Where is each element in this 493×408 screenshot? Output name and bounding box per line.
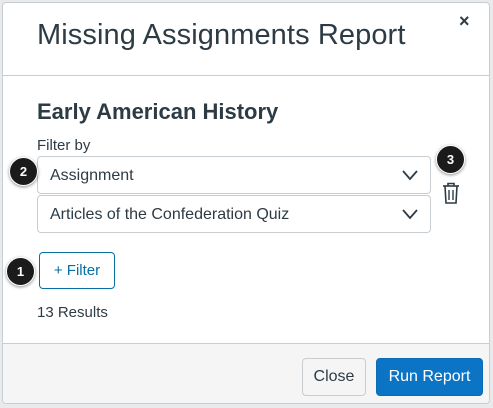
filter-type-value: Assignment xyxy=(50,167,134,184)
add-filter-button[interactable]: + Filter xyxy=(39,252,115,289)
filter-value-select[interactable]: Articles of the Confederation Quiz xyxy=(37,195,431,233)
results-count: 13 Results xyxy=(37,304,108,321)
callout-badge-2: 2 xyxy=(9,157,38,186)
callout-badge-3: 3 xyxy=(436,145,465,174)
close-button[interactable]: Close xyxy=(302,358,366,396)
callout-badge-1: 1 xyxy=(6,257,35,286)
filter-by-label: Filter by xyxy=(37,137,91,154)
filter-type-select[interactable]: Assignment xyxy=(37,156,431,194)
modal-header: Missing Assignments Report × xyxy=(3,3,489,76)
modal-footer: Close Run Report xyxy=(3,343,489,403)
close-icon[interactable]: × xyxy=(459,11,470,32)
trash-icon[interactable] xyxy=(441,181,461,205)
run-report-button[interactable]: Run Report xyxy=(376,358,483,396)
missing-assignments-modal: Missing Assignments Report × Early Ameri… xyxy=(2,2,490,404)
chevron-down-icon xyxy=(402,209,418,220)
filter-value-value: Articles of the Confederation Quiz xyxy=(50,206,290,223)
chevron-down-icon xyxy=(402,170,418,181)
modal-title: Missing Assignments Report xyxy=(37,19,406,51)
course-title: Early American History xyxy=(37,99,279,124)
